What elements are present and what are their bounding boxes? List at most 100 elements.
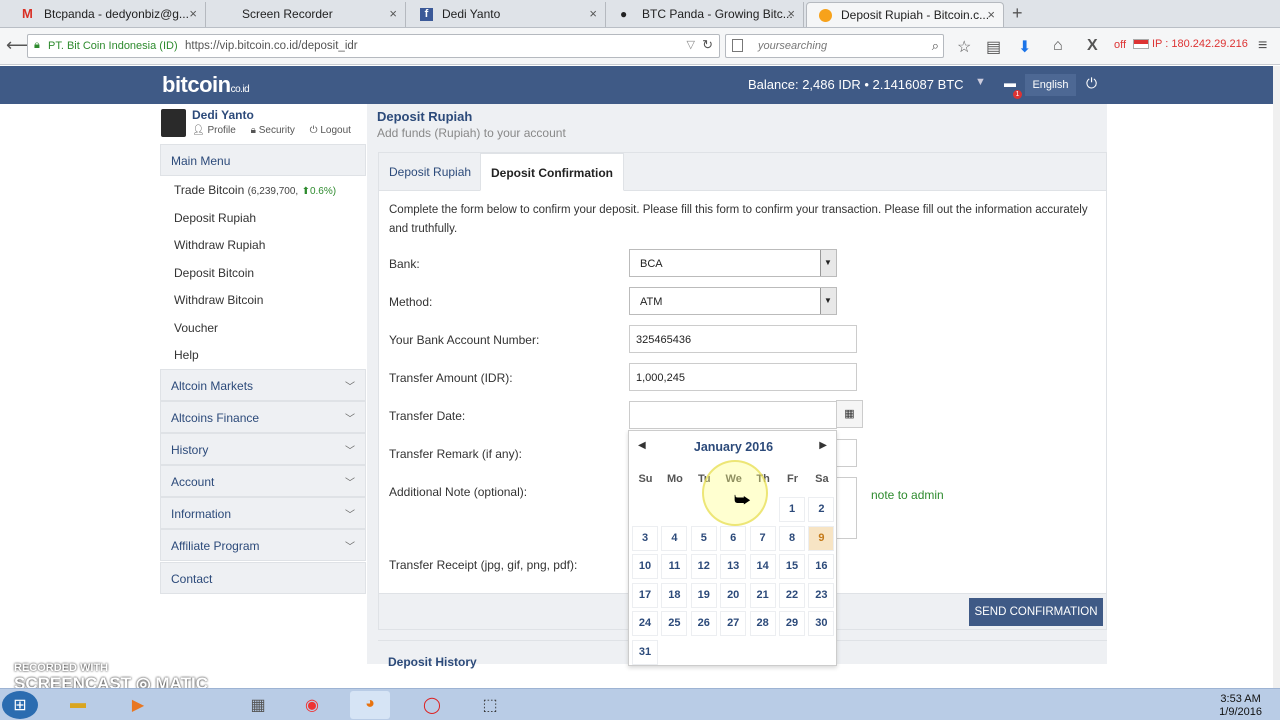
calendar-day[interactable]: 26 xyxy=(690,611,717,636)
calendar-day[interactable]: 12 xyxy=(690,554,717,579)
site-logo[interactable]: bitcoinco.id xyxy=(162,72,250,98)
browser-tab[interactable]: ● BTC Panda - Growing Bitc... × xyxy=(608,2,804,27)
taskbar-clock[interactable]: 3:53 AM 1/9/2016 xyxy=(1219,693,1262,719)
search-bar[interactable]: yoursearching ⌕ xyxy=(725,34,944,58)
send-confirmation-button[interactable]: SEND CONFIRMATION xyxy=(969,598,1103,626)
search-input[interactable]: yoursearching xyxy=(758,40,827,52)
close-tab-icon[interactable]: × xyxy=(987,7,995,22)
calendar-day[interactable]: 28 xyxy=(749,611,776,636)
calendar-day[interactable]: 13 xyxy=(720,554,747,579)
chrome-icon[interactable]: ◉ xyxy=(292,691,332,719)
calendar-day[interactable]: 11 xyxy=(661,554,688,579)
calendar-day[interactable]: 3 xyxy=(632,525,658,551)
accordion-affiliate-program[interactable]: Affiliate Program ﹀ xyxy=(160,529,366,561)
screen-recorder-icon[interactable]: ⬚ xyxy=(470,691,510,719)
security-link[interactable]: 🔒︎ Security xyxy=(251,125,301,136)
calendar-day[interactable]: 8 xyxy=(779,525,805,551)
dropdown-icon[interactable]: ▽ xyxy=(687,38,695,51)
chat-icon[interactable]: ▬ xyxy=(1004,76,1016,90)
reload-icon[interactable]: ↻ xyxy=(702,37,713,53)
tab-deposit-rupiah[interactable]: Deposit Rupiah xyxy=(379,153,481,191)
transfer-amount-input[interactable]: 1,000,245 xyxy=(629,363,857,391)
media-player-icon[interactable]: ▶ xyxy=(118,691,158,719)
calendar-day[interactable]: 18 xyxy=(661,582,688,608)
calendar-icon[interactable]: ▦ xyxy=(836,400,863,428)
home-icon[interactable]: ⌂ xyxy=(1053,37,1063,55)
calendar-day[interactable]: 20 xyxy=(720,582,747,608)
close-tab-icon[interactable]: × xyxy=(589,6,597,21)
calendar-day[interactable]: 24 xyxy=(632,611,658,636)
calendar-day[interactable]: 15 xyxy=(779,554,805,579)
accordion-altcoin-markets[interactable]: Altcoin Markets ﹀ xyxy=(160,369,366,401)
calendar-day[interactable]: 6 xyxy=(720,525,747,551)
calculator-icon[interactable]: ▦ xyxy=(238,691,278,719)
next-month-icon[interactable]: ▶ xyxy=(819,440,827,451)
calendar-day[interactable]: 22 xyxy=(779,582,805,608)
url-bar[interactable]: 🔒︎ PT. Bit Coin Indonesia (ID) https://v… xyxy=(27,34,720,58)
calendar-day[interactable]: 10 xyxy=(632,554,658,579)
reading-list-icon[interactable]: ▤ xyxy=(986,37,1001,57)
chevron-down-icon[interactable]: ▼ xyxy=(975,76,986,88)
browser-tab[interactable]: f Dedi Yanto × xyxy=(408,2,606,27)
account-number-input[interactable]: 325465436 xyxy=(629,325,857,353)
calendar-day[interactable]: 4 xyxy=(661,525,688,551)
calendar-day[interactable]: 1 xyxy=(779,497,805,522)
calendar-day-today[interactable]: 9 xyxy=(808,525,835,551)
sidebar-item-withdraw-bitcoin[interactable]: Withdraw Bitcoin xyxy=(174,293,263,307)
dropdown-arrow-icon[interactable]: ▼ xyxy=(820,250,836,276)
menu-icon[interactable]: ≡ xyxy=(1258,37,1267,55)
search-icon[interactable]: ⌕ xyxy=(932,38,939,54)
sidebar-item-withdraw-rupiah[interactable]: Withdraw Rupiah xyxy=(174,238,265,252)
calendar-day[interactable]: 25 xyxy=(661,611,688,636)
new-tab-icon[interactable]: + xyxy=(1012,3,1023,24)
calendar-day[interactable]: 5 xyxy=(690,525,717,551)
sidebar-item-contact[interactable]: Contact xyxy=(160,562,366,594)
calendar-day[interactable]: 27 xyxy=(720,611,747,636)
file-explorer-icon[interactable]: ▬ xyxy=(58,691,98,719)
calendar-day[interactable]: 14 xyxy=(749,554,776,579)
month-title[interactable]: January 2016 xyxy=(629,440,838,454)
calendar-day[interactable]: 19 xyxy=(690,582,717,608)
star-icon[interactable]: ☆ xyxy=(957,37,971,57)
browser-tab[interactable]: M Btcpanda - dedyonbiz@g... × xyxy=(10,2,206,27)
sidebar-item-voucher[interactable]: Voucher xyxy=(174,321,218,335)
logout-link[interactable]: ⏻ Logout xyxy=(310,125,357,136)
language-button[interactable]: English xyxy=(1025,74,1076,96)
method-select[interactable]: ATM ▼ xyxy=(629,287,837,315)
close-tab-icon[interactable]: × xyxy=(787,6,795,21)
x-extension-icon[interactable]: X xyxy=(1087,37,1098,55)
browser-tab[interactable]: Screen Recorder × xyxy=(208,2,406,27)
user-name[interactable]: Dedi Yanto xyxy=(192,108,254,122)
power-icon[interactable]: ⏻ xyxy=(1086,75,1097,92)
bank-select[interactable]: BCA ▼ xyxy=(629,249,837,277)
page-scrollbar[interactable] xyxy=(1273,66,1280,688)
accordion-account[interactable]: Account ﹀ xyxy=(160,465,366,497)
url-text[interactable]: https://vip.bitcoin.co.id/deposit_idr xyxy=(185,40,358,52)
close-tab-icon[interactable]: × xyxy=(189,6,197,21)
dropdown-arrow-icon[interactable]: ▼ xyxy=(820,288,836,314)
calendar-day[interactable]: 17 xyxy=(632,582,658,608)
transfer-date-input[interactable] xyxy=(629,401,837,429)
sidebar-item-deposit-rupiah[interactable]: Deposit Rupiah xyxy=(174,211,256,225)
sidebar-item-trade-bitcoin[interactable]: Trade Bitcoin (6,239,700, ⬆0.6%) xyxy=(174,183,336,197)
calendar-day[interactable]: 23 xyxy=(808,582,835,608)
calendar-day[interactable]: 29 xyxy=(779,611,805,636)
firefox-icon[interactable]: ◕ xyxy=(350,691,390,719)
accordion-altcoins-finance[interactable]: Altcoins Finance ﹀ xyxy=(160,401,366,433)
tab-deposit-confirmation[interactable]: Deposit Confirmation xyxy=(480,153,624,191)
opera-icon[interactable]: ◯ xyxy=(412,691,452,719)
calendar-day[interactable]: 2 xyxy=(808,497,835,522)
calendar-day[interactable]: 7 xyxy=(749,525,776,551)
profile-link[interactable]: 👤︎ Profile xyxy=(192,125,242,136)
calendar-day[interactable]: 21 xyxy=(749,582,776,608)
accordion-information[interactable]: Information ﹀ xyxy=(160,497,366,529)
calendar-day[interactable]: 30 xyxy=(808,611,835,636)
sidebar-item-help[interactable]: Help xyxy=(174,348,199,362)
proxy-status[interactable]: off xyxy=(1114,39,1126,51)
accordion-history[interactable]: History ﹀ xyxy=(160,433,366,465)
close-tab-icon[interactable]: × xyxy=(389,6,397,21)
download-icon[interactable]: ⬇ xyxy=(1018,37,1031,57)
calendar-day[interactable]: 16 xyxy=(808,554,835,579)
calendar-day[interactable]: 31 xyxy=(632,639,658,665)
browser-tab-active[interactable]: Deposit Rupiah - Bitcoin.c... × xyxy=(806,2,1004,27)
